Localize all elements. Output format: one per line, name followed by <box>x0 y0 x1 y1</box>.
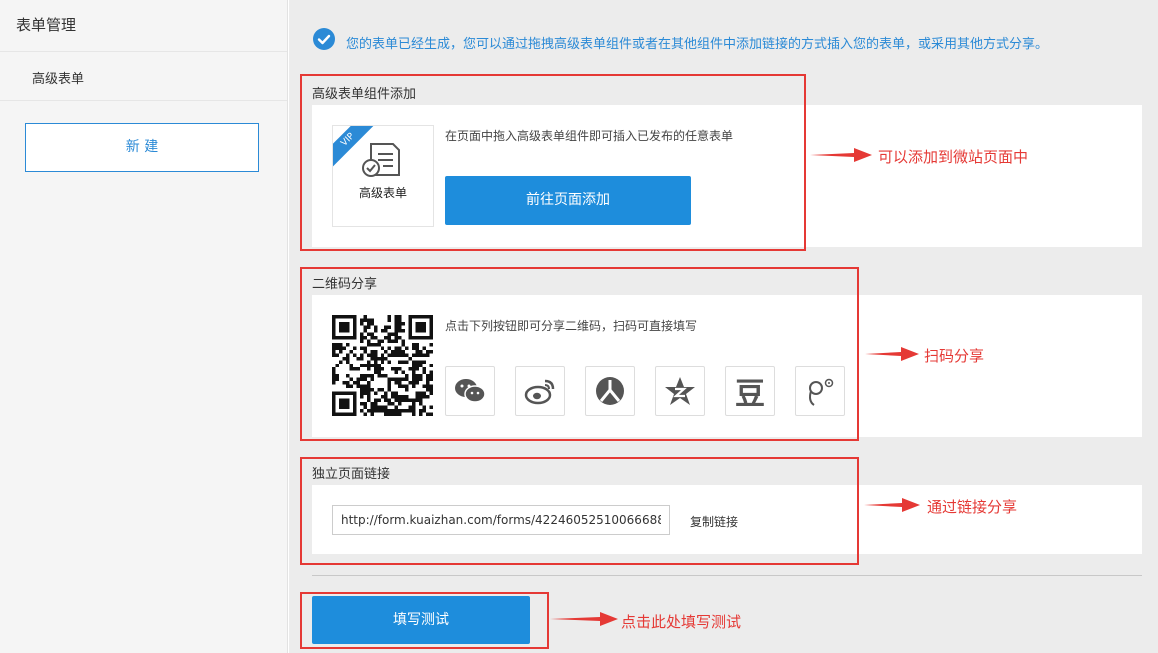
annotation-arrow-1 <box>810 148 872 162</box>
annotation-text-2: 扫码分享 <box>924 347 985 365</box>
check-circle-icon <box>313 28 335 50</box>
annotation-text-4: 点击此处填写测试 <box>621 613 742 631</box>
divider <box>312 575 1142 576</box>
annotation-text-3: 通过链接分享 <box>927 498 1018 516</box>
annotation-arrow-2 <box>865 347 919 361</box>
annotation-text-1: 可以添加到微站页面中 <box>878 148 1029 166</box>
annotation-arrow-4 <box>550 612 618 626</box>
main-panel: 您的表单已经生成，您可以通过拖拽高级表单组件或者在其他组件中添加链接的方式插入您… <box>289 0 1158 653</box>
annotation-box-qr-share <box>300 267 859 441</box>
annotation-arrow-3 <box>864 498 920 512</box>
new-button[interactable]: 新 建 <box>25 123 259 172</box>
sidebar-title: 表单管理 <box>16 16 77 34</box>
annotation-box-advanced-form <box>300 74 806 251</box>
notice-text: 您的表单已经生成，您可以通过拖拽高级表单组件或者在其他组件中添加链接的方式插入您… <box>346 37 1049 52</box>
sidebar-item-label: 高级表单 <box>32 72 85 87</box>
annotation-box-test-button <box>300 592 549 649</box>
sidebar-item-advanced-form[interactable]: 高级表单 <box>0 51 287 101</box>
sidebar: 表单管理 高级表单 新 建 <box>0 0 288 653</box>
annotation-box-page-link <box>300 457 859 565</box>
